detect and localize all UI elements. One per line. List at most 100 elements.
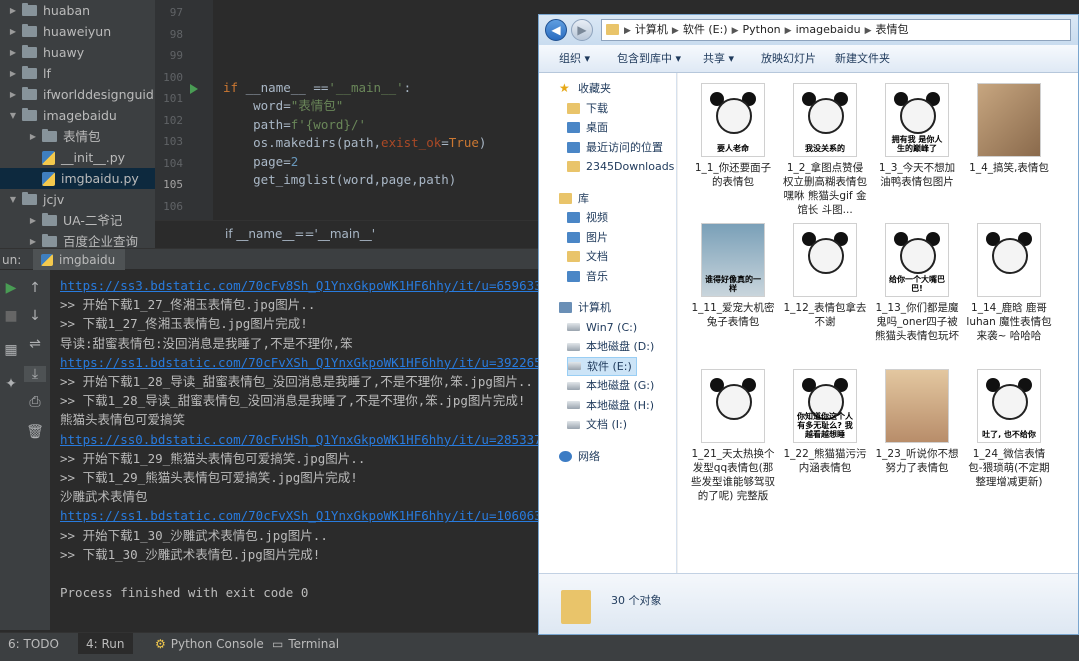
address-segment[interactable]: 表情包 bbox=[876, 23, 909, 36]
tree-item[interactable]: ▶ huaweiyun bbox=[0, 21, 155, 42]
line-number: 102 bbox=[163, 113, 183, 127]
layout-icon[interactable]: ▦ bbox=[0, 342, 22, 358]
nav-item[interactable]: 下载 bbox=[567, 99, 608, 118]
chevron-right-icon[interactable]: ▶ bbox=[8, 42, 18, 63]
file-item[interactable]: 你知道你这个人有多无耻么? 我越看越想睡 1_22_熊猫猫污污内涵表情包 bbox=[782, 369, 868, 475]
console-link[interactable]: https://ss0.bdstatic.com/70cFvHSh_Q1YnxG… bbox=[60, 430, 538, 449]
nav-item[interactable]: Win7 (C:) bbox=[567, 318, 637, 337]
scroll-up-icon[interactable]: ↑ bbox=[24, 280, 46, 296]
tree-item[interactable]: ▶ lf bbox=[0, 63, 155, 84]
address-segment[interactable]: Python bbox=[743, 23, 781, 36]
code-editor[interactable]: if __name__ =='__main__': word="表情包" pat… bbox=[213, 0, 538, 220]
run-gutter-icon[interactable] bbox=[190, 84, 198, 94]
command-button[interactable]: 组织 ▾ bbox=[559, 45, 590, 73]
command-button[interactable]: 新建文件夹 bbox=[835, 45, 890, 73]
todo-tab[interactable]: 6: TODO bbox=[8, 633, 59, 655]
chevron-right-icon[interactable]: ▶ bbox=[8, 0, 18, 21]
nav-item[interactable]: 本地磁盘 (G:) bbox=[567, 376, 654, 395]
scroll-down-icon[interactable]: ↓ bbox=[24, 308, 46, 324]
tree-item[interactable]: ▼ jcjv bbox=[0, 189, 155, 210]
tree-item[interactable]: ▼ imagebaidu bbox=[0, 105, 155, 126]
tree-item[interactable]: ▶ ifworlddesignguid bbox=[0, 84, 155, 105]
chevron-down-icon[interactable]: ▼ bbox=[8, 105, 18, 126]
console-link[interactable]: https://ss1.bdstatic.com/70cFvXSh_Q1YnxG… bbox=[60, 353, 538, 372]
nav-item[interactable]: 桌面 bbox=[567, 118, 608, 137]
file-item[interactable]: 1_14_鹿晗 鹿哥luhan 魔性表情包来袭~ 哈哈哈 bbox=[966, 223, 1052, 343]
trash-icon[interactable]: 🗑 bbox=[24, 424, 46, 440]
tree-item[interactable]: ▶ UA-二爷记 bbox=[0, 210, 155, 231]
rerun-icon[interactable]: ▶ bbox=[0, 280, 22, 296]
file-item[interactable]: 吐了, 也不给你 1_24_微信表情包-猥琐萌(不定期整理增减更新) bbox=[966, 369, 1052, 489]
editor-breadcrumb[interactable]: if __name__=='__main__' bbox=[155, 220, 538, 246]
command-button[interactable]: 包含到库中 ▾ bbox=[617, 45, 681, 73]
breadcrumb-separator-icon[interactable]: ▶ bbox=[785, 26, 792, 36]
nav-item[interactable]: 最近访问的位置 bbox=[567, 138, 663, 157]
nav-item[interactable]: ★ 收藏夹 bbox=[559, 79, 611, 98]
tree-item[interactable]: ▶ huaban bbox=[0, 0, 155, 21]
stop-icon[interactable]: ■ bbox=[0, 308, 22, 324]
terminal-tab[interactable]: ▭ Terminal bbox=[272, 633, 339, 655]
tree-item[interactable]: ▶ huawy bbox=[0, 42, 155, 63]
address-bar[interactable]: ▶ 计算机 ▶ 软件 (E:) ▶ Python ▶ imagebaidu ▶ 表情包 bbox=[601, 19, 1071, 41]
breadcrumb-separator-icon[interactable]: ▶ bbox=[624, 26, 631, 36]
nav-item[interactable]: 计算机 bbox=[559, 298, 611, 317]
file-view: 要人老命 1_1_你还要面子的表情包 我没关系的 1_2_拿图点赞侵权立删高糊表情包 … bbox=[678, 73, 1078, 573]
run-tab-imgbaidu[interactable]: imgbaidu bbox=[33, 249, 126, 271]
chevron-right-icon[interactable]: ▶ bbox=[28, 126, 38, 147]
back-button[interactable]: ◀ bbox=[545, 19, 567, 41]
file-item[interactable]: 给你一个大嘴巴巴! 1_13_你们都是魔鬼吗_oner四子被熊猫头表情包玩坏 bbox=[874, 223, 960, 343]
address-segment[interactable]: imagebaidu bbox=[796, 23, 861, 36]
chevron-down-icon[interactable]: ▼ bbox=[8, 189, 18, 210]
breadcrumb-separator-icon[interactable]: ▶ bbox=[865, 26, 872, 36]
chevron-right-icon[interactable]: ▶ bbox=[8, 63, 18, 84]
print-icon[interactable]: ⎙ bbox=[24, 394, 46, 410]
file-item[interactable]: 我没关系的 1_2_拿图点赞侵权立删高糊表情包 嘿咻 熊猫头gif 金馆长 斗图.… bbox=[782, 83, 868, 217]
nav-item[interactable]: 本地磁盘 (H:) bbox=[567, 396, 654, 415]
chevron-right-icon[interactable]: ▶ bbox=[8, 84, 18, 105]
file-item[interactable]: 谁得好像真的一样 1_11_爱宠大机密兔子表情包 bbox=[690, 223, 776, 329]
command-button[interactable]: 共享 ▾ bbox=[703, 45, 734, 73]
tree-item[interactable]: ▶ 表情包 bbox=[0, 126, 155, 147]
file-item[interactable]: 1_21_天太热换个发型qq表情包(那些发型谁能够驾驭的了呢) 完整版 bbox=[690, 369, 776, 503]
python-file-icon bbox=[42, 150, 55, 165]
nav-item[interactable]: 库 bbox=[559, 189, 589, 208]
nav-item[interactable]: 本地磁盘 (D:) bbox=[567, 337, 654, 356]
tree-item[interactable]: ▶ 百度企业查询 bbox=[0, 231, 155, 248]
file-item[interactable]: 拥有我 是你人生的巅峰了 1_3_今天不想加油鸭表情包图片 bbox=[874, 83, 960, 189]
console-link[interactable]: https://ss3.bdstatic.com/70cFv8Sh_Q1YnxG… bbox=[60, 276, 538, 295]
nav-item[interactable]: 网络 bbox=[559, 447, 600, 466]
breadcrumb-separator-icon[interactable]: ▶ bbox=[732, 26, 739, 36]
pin-icon[interactable]: ✦ bbox=[0, 376, 22, 392]
tree-item[interactable]: imgbaidu.py bbox=[0, 168, 155, 189]
run-tab[interactable]: 4: Run bbox=[78, 633, 133, 655]
folder-icon bbox=[22, 87, 37, 100]
command-button[interactable]: 放映幻灯片 bbox=[761, 45, 816, 73]
tree-item[interactable]: __init__.py bbox=[0, 147, 155, 168]
nav-item[interactable]: 软件 (E:) bbox=[567, 356, 637, 376]
nav-item[interactable]: 文档 (I:) bbox=[567, 415, 627, 434]
file-item[interactable]: 1_23_听说你不想努力了表情包 bbox=[874, 369, 960, 475]
nav-item[interactable]: 视频 bbox=[567, 208, 608, 227]
computer-icon bbox=[559, 302, 572, 313]
file-item[interactable]: 要人老命 1_1_你还要面子的表情包 bbox=[690, 83, 776, 189]
console-link[interactable]: https://ss1.bdstatic.com/70cFvXSh_Q1YnxG… bbox=[60, 506, 538, 525]
python-console-tab[interactable]: ⚙ Python Console bbox=[155, 633, 264, 655]
soft-wrap-icon[interactable]: ⇌ bbox=[24, 336, 46, 352]
forward-button[interactable]: ▶ bbox=[571, 19, 593, 41]
chevron-right-icon[interactable]: ▶ bbox=[28, 231, 38, 248]
scroll-to-end-icon[interactable]: ⤓ bbox=[24, 366, 46, 382]
address-segment[interactable]: 软件 (E:) bbox=[683, 23, 728, 36]
breadcrumb-separator-icon[interactable]: ▶ bbox=[672, 26, 679, 36]
chevron-right-icon[interactable]: ▶ bbox=[8, 21, 18, 42]
chevron-right-icon[interactable]: ▶ bbox=[28, 210, 38, 231]
nav-item[interactable]: 音乐 bbox=[567, 267, 608, 286]
nav-item[interactable]: 图片 bbox=[567, 228, 608, 247]
details-pane: 30 个对象 bbox=[539, 573, 1078, 634]
address-segment[interactable]: 计算机 bbox=[635, 23, 668, 36]
nav-item[interactable]: 文档 bbox=[567, 247, 608, 266]
file-item[interactable]: 1_4_搞笑,表情包 bbox=[966, 83, 1052, 175]
run-console-output[interactable]: https://ss3.bdstatic.com/70cFv8Sh_Q1YnxG… bbox=[50, 270, 538, 630]
line-number: 97 bbox=[169, 6, 183, 19]
file-item[interactable]: 1_12_表情包拿去不谢 bbox=[782, 223, 868, 329]
nav-item[interactable]: 2345Downloads bbox=[567, 157, 674, 176]
